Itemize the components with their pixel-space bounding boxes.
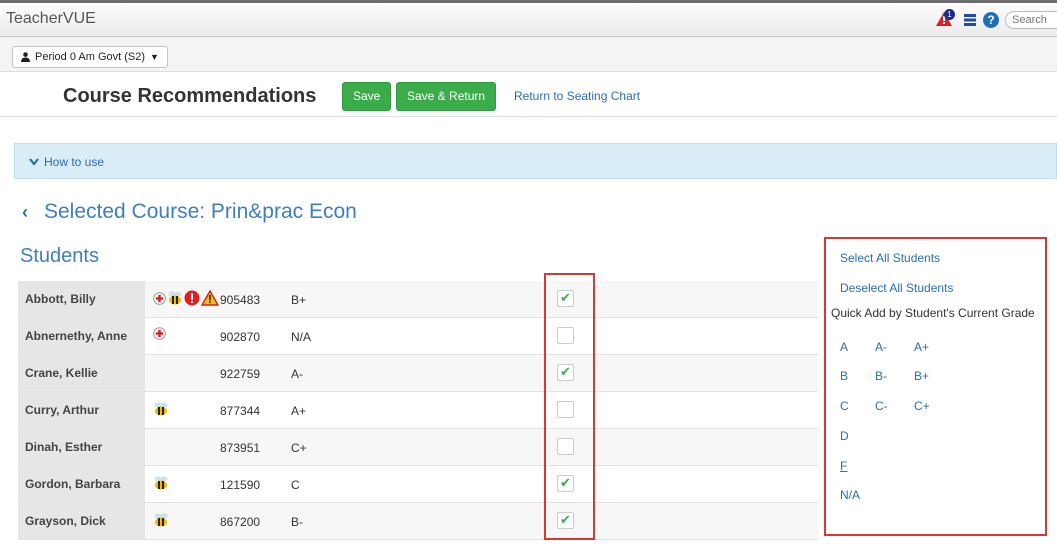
how-to-use-toggle[interactable]: How to use [29,155,104,169]
grade-na-link[interactable]: N/A [840,488,860,502]
top-icons: 1 ? [935,9,1057,29]
selected-course-title: Selected Course: Prin&prac Econ [44,200,357,223]
bee-icon [153,475,169,491]
period-label: Period 0 Am Govt (S2) [35,51,146,63]
period-dropdown[interactable]: Period 0 Am Govt (S2) ▼ [12,46,168,68]
student-id: 867200 [220,515,261,529]
back-chevron-icon[interactable]: ‹ [22,202,28,223]
save-and-return-button[interactable]: Save & Return [396,82,497,111]
return-to-seating-chart-link[interactable]: Return to Seating Chart [514,89,640,103]
alert-notification-icon[interactable]: 1 [935,9,957,29]
student-grade: B+ [291,293,307,307]
student-row: Grayson, Dick 867200 B- [18,503,818,540]
checkbox-column-highlight [544,273,595,540]
students-heading: Students [20,245,99,267]
chevron-down-icon [29,158,39,166]
student-id: 877344 [220,404,261,418]
bee-icon [153,512,169,528]
search-input[interactable] [1005,11,1057,29]
student-row: Crane, Kellie 922759 A- [18,355,818,392]
student-id: 121590 [220,478,261,492]
student-grade: A+ [291,404,307,418]
how-to-use-label: How to use [44,155,105,169]
grade-d-link[interactable]: D [840,429,849,443]
alert-circle-icon [184,290,200,306]
help-icon[interactable]: ? [983,12,999,28]
page-header: Course Recommendations Save Save & Retur… [0,72,1057,117]
grade-b-plus-link[interactable]: B+ [914,369,929,383]
student-id: 902870 [220,330,261,344]
alert-count-badge: 1 [944,9,955,20]
quick-select-panel: Select All Students Deselect All Student… [824,237,1047,536]
student-grade: N/A [291,330,312,344]
student-indicator-icons [153,290,219,306]
deselect-all-students-link[interactable]: Deselect All Students [840,281,953,295]
period-bar: Period 0 Am Govt (S2) ▼ [0,37,1057,72]
grade-c-plus-link[interactable]: C+ [914,399,930,413]
student-row: Abnernethy, Anne 902870 N/A [18,318,818,355]
medical-icon [153,327,166,340]
student-row: Abbott, Billy 905483 B+ [18,281,818,318]
bee-icon [167,290,183,306]
student-name[interactable]: Dinah, Esther [18,429,145,465]
grade-f-link[interactable]: F [840,459,847,473]
student-name[interactable]: Abnernethy, Anne [18,318,145,354]
save-button[interactable]: Save [342,82,392,111]
select-all-students-link[interactable]: Select All Students [840,251,940,265]
student-indicator-icons [153,401,169,417]
student-grade: B- [291,515,303,529]
chevron-down-icon: ▼ [150,52,159,62]
medical-icon [153,291,166,305]
student-name[interactable]: Curry, Arthur [18,392,145,428]
student-row: Curry, Arthur 877344 A+ [18,392,818,429]
warning-icon [201,290,219,306]
top-bar: TeacherVUE 1 ? [0,0,1057,37]
student-indicator-icons [153,327,166,340]
student-name[interactable]: Gordon, Barbara [18,466,145,502]
page-title: Course Recommendations [63,85,317,107]
student-name[interactable]: Grayson, Dick [18,503,145,539]
selected-course-row: ‹ Selected Course: Prin&prac Econ [22,200,357,224]
student-grade: A- [291,367,303,381]
student-row: Dinah, Esther 873951 C+ [18,429,818,466]
student-indicator-icons [153,512,169,528]
app-title: TeacherVUE [6,10,96,27]
student-grade: C+ [291,441,307,455]
student-name[interactable]: Crane, Kellie [18,355,145,391]
how-to-use-panel: How to use [14,143,1057,179]
grade-a-link[interactable]: A [840,340,848,354]
student-indicator-icons [153,475,169,491]
grade-a-plus-link[interactable]: A+ [914,340,929,354]
grade-a-minus-link[interactable]: A- [875,340,887,354]
student-id: 905483 [220,293,261,307]
student-name[interactable]: Abbott, Billy [18,281,145,317]
grade-b-minus-link[interactable]: B- [875,369,887,383]
list-menu-icon[interactable] [963,13,977,27]
grade-b-link[interactable]: B [840,369,848,383]
student-grade: C [291,478,300,492]
student-id: 873951 [220,441,261,455]
student-id: 922759 [220,367,261,381]
student-row: Gordon, Barbara 121590 C [18,466,818,503]
grade-c-link[interactable]: C [840,399,849,413]
user-icon [21,52,30,62]
bee-icon [153,401,169,417]
student-table: Abbott, Billy 905483 B+ Abnernethy, Anne 902… [18,281,818,540]
grade-c-minus-link[interactable]: C- [875,399,888,413]
quick-add-label: Quick Add by Student's Current Grade [831,306,1035,320]
